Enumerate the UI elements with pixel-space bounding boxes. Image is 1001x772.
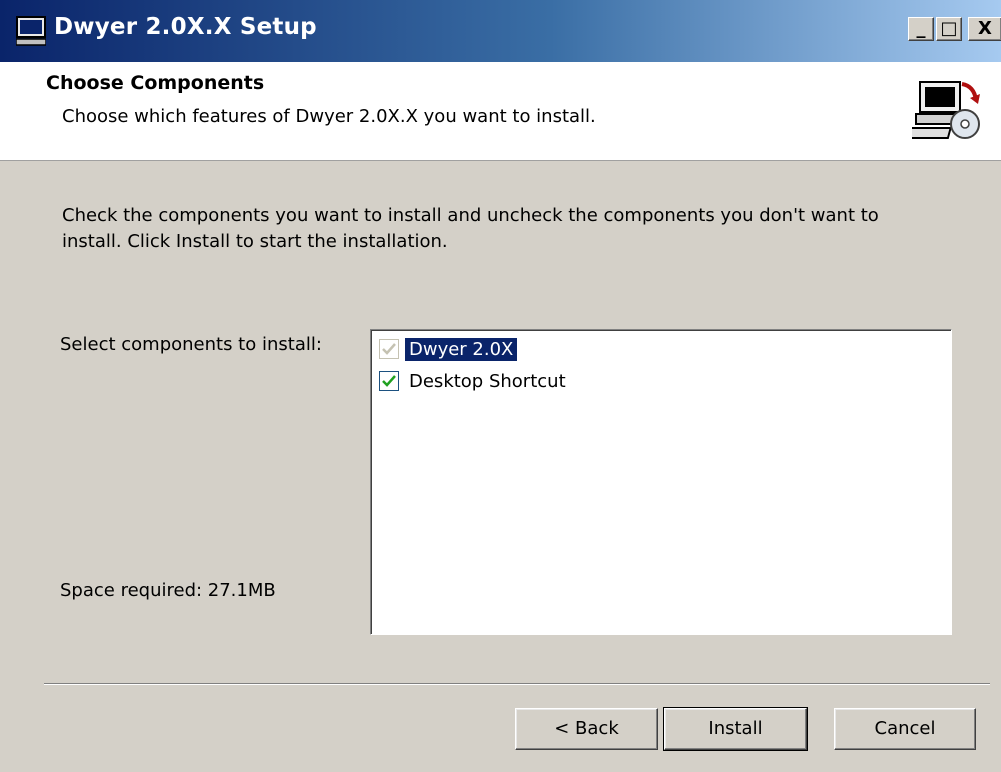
- instructions-text: Check the components you want to install…: [62, 205, 879, 252]
- page-subtitle: Choose which features of Dwyer 2.0X.X yo…: [62, 106, 596, 127]
- computer-install-icon: [912, 81, 980, 139]
- component-label-desktop-shortcut[interactable]: Desktop Shortcut: [405, 370, 570, 393]
- install-button[interactable]: Install: [663, 707, 808, 751]
- space-required-label: Space required: 27.1MB: [60, 580, 276, 601]
- back-button[interactable]: < Back: [515, 708, 658, 750]
- component-item-dwyer[interactable]: Dwyer 2.0X: [379, 335, 518, 363]
- component-checkbox[interactable]: [379, 371, 399, 391]
- component-checkbox-disabled: [379, 339, 399, 359]
- component-label-dwyer[interactable]: Dwyer 2.0X: [405, 337, 518, 361]
- cancel-button[interactable]: Cancel: [834, 708, 976, 750]
- check-icon: [382, 343, 396, 355]
- page-title: Choose Components: [46, 72, 265, 94]
- minimize-button[interactable]: _: [908, 17, 934, 41]
- close-button[interactable]: X: [968, 17, 1001, 41]
- component-item-desktop-shortcut[interactable]: Desktop Shortcut: [379, 367, 570, 395]
- title-bar[interactable]: Dwyer 2.0X.X Setup _ □ X: [0, 0, 1001, 62]
- window-title: Dwyer 2.0X.X Setup: [54, 14, 317, 40]
- app-icon: [16, 16, 46, 46]
- separator: [44, 683, 990, 685]
- select-components-label: Select components to install:: [60, 334, 322, 355]
- components-tree[interactable]: Dwyer 2.0X Desktop Shortcut: [370, 329, 952, 635]
- maximize-button[interactable]: □: [936, 17, 962, 41]
- header-panel: Choose Components Choose which features …: [0, 62, 1001, 161]
- check-icon: [382, 375, 396, 387]
